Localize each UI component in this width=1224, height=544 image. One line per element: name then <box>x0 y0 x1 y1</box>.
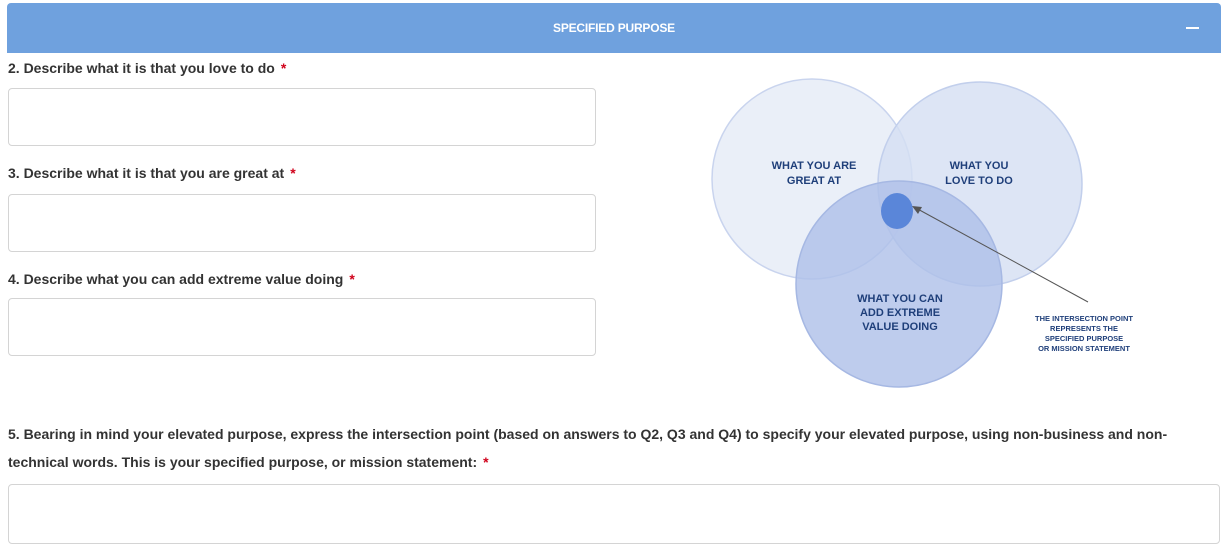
extreme-value-label-line3: VALUE DOING <box>862 321 938 333</box>
section-title: SPECIFIED PURPOSE <box>553 21 675 35</box>
intersection-note-line4: OR MISSION STATEMENT <box>1038 344 1130 353</box>
extreme-value-label-line1: WHAT YOU CAN <box>857 293 943 305</box>
required-asterisk: * <box>280 60 287 76</box>
extreme-value-field[interactable] <box>8 298 596 356</box>
intersection-note-line1: THE INTERSECTION POINT <box>1035 314 1133 323</box>
question-4-text: 4. Describe what you can add extreme val… <box>8 271 344 287</box>
question-4-label: 4. Describe what you can add extreme val… <box>8 271 355 287</box>
extreme-value-label-line2: ADD EXTREME <box>860 307 940 319</box>
minus-icon[interactable] <box>1186 27 1199 29</box>
required-asterisk: * <box>349 271 355 287</box>
question-5-text: 5. Bearing in mind your elevated purpose… <box>8 426 1168 470</box>
intersection-note-line2: REPRESENTS THE <box>1050 324 1118 333</box>
love-to-do-field[interactable] <box>8 88 596 146</box>
great-at-label-line1: WHAT YOU ARE <box>772 160 857 172</box>
question-2-label: 2. Describe what it is that you love to … <box>8 60 286 76</box>
great-at-field[interactable] <box>8 194 596 252</box>
required-asterisk: * <box>483 454 489 470</box>
mission-statement-field[interactable] <box>8 484 1220 544</box>
purpose-venn-diagram: WHAT YOU ARE GREAT AT WHAT YOU LOVE TO D… <box>711 78 1133 388</box>
section-header[interactable]: SPECIFIED PURPOSE <box>7 3 1221 53</box>
love-to-do-label-line2: LOVE TO DO <box>945 175 1013 187</box>
question-3-label: 3. Describe what it is that you are grea… <box>8 165 296 181</box>
required-asterisk: * <box>290 165 296 181</box>
question-2-text: 2. Describe what it is that you love to … <box>8 60 275 76</box>
love-to-do-label-line1: WHAT YOU <box>950 160 1009 172</box>
intersection-note-line3: SPECIFIED PURPOSE <box>1045 334 1123 343</box>
great-at-label-line2: GREAT AT <box>787 175 841 187</box>
intersection-point <box>881 193 913 229</box>
question-5-label: 5. Bearing in mind your elevated purpose… <box>8 420 1188 476</box>
question-3-text: 3. Describe what it is that you are grea… <box>8 165 285 181</box>
